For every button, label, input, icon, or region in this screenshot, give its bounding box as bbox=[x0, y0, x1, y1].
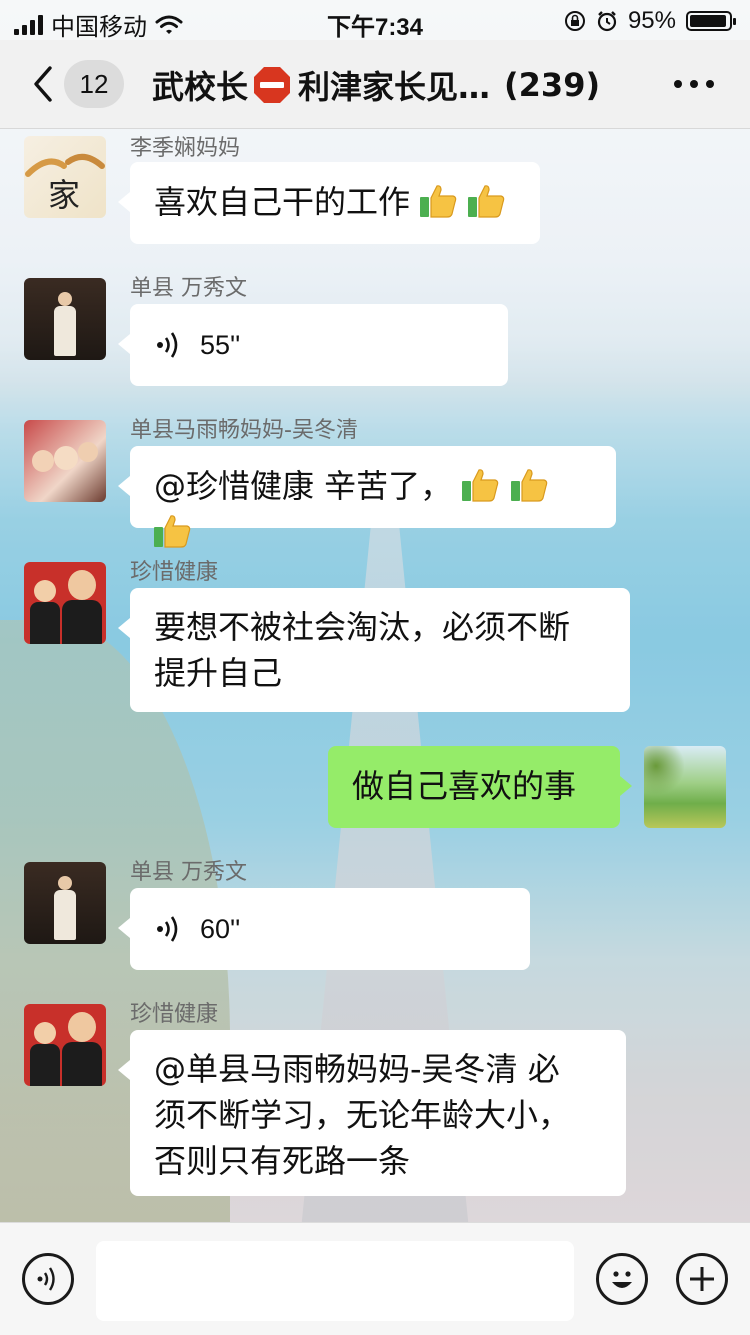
avatar[interactable] bbox=[24, 278, 106, 360]
sender-name: 珍惜健康 bbox=[130, 560, 219, 585]
voice-duration: 55'' bbox=[200, 330, 241, 360]
chat-title: 武校长 利津家长见… (239) bbox=[152, 62, 600, 108]
voice-input-button[interactable] bbox=[22, 1253, 74, 1305]
message-text-line: 要想不被社会淘汰，必须不断 bbox=[154, 608, 571, 646]
chat-header: 12 武校长 利津家长见… (239) bbox=[0, 40, 750, 129]
unread-count-badge[interactable]: 12 bbox=[64, 60, 124, 108]
my-avatar[interactable] bbox=[644, 746, 726, 828]
member-count: (239) bbox=[504, 66, 601, 104]
back-arrow-icon[interactable] bbox=[30, 64, 58, 104]
plus-icon bbox=[690, 1267, 714, 1291]
message-text-line: @单县马雨畅妈妈-吴冬清 必 bbox=[154, 1050, 560, 1088]
status-bar: 中国移动 下午7:34 95% bbox=[0, 0, 750, 41]
avatar[interactable]: 家 bbox=[24, 136, 106, 218]
sender-name: 单县马雨畅妈妈-吴冬清 bbox=[130, 418, 358, 443]
message-text-line: 须不断学习，无论年龄大小， bbox=[154, 1096, 571, 1134]
message-bubble[interactable]: @珍惜健康 辛苦了， bbox=[118, 446, 616, 548]
thumbs-up-emoji-icon bbox=[420, 185, 457, 218]
thumbs-up-emoji-icon bbox=[468, 185, 505, 218]
input-bar bbox=[0, 1222, 750, 1335]
sender-name: 珍惜健康 bbox=[130, 1002, 219, 1027]
emoji-button[interactable] bbox=[596, 1253, 648, 1305]
chat-title-prefix: 武校长 bbox=[152, 68, 249, 106]
my-message-bubble[interactable]: 做自己喜欢的事 bbox=[328, 746, 632, 828]
voice-message-bubble[interactable]: 55'' bbox=[118, 304, 508, 386]
message-bubble[interactable]: @单县马雨畅妈妈-吴冬清 必 须不断学习，无论年龄大小， 否则只有死路一条 bbox=[118, 1030, 626, 1196]
sender-name: 李季娴妈妈 bbox=[130, 136, 241, 161]
avatar[interactable] bbox=[24, 862, 106, 944]
message-bubble[interactable]: 喜欢自己干的工作 bbox=[118, 162, 540, 244]
avatar-character: 家 bbox=[48, 176, 81, 214]
message-text: @珍惜健康 辛苦了， bbox=[154, 467, 453, 505]
battery-percent: 95% bbox=[627, 7, 676, 34]
smiley-icon bbox=[612, 1271, 632, 1288]
message-bubble[interactable]: 要想不被社会淘汰，必须不断 提升自己 bbox=[118, 588, 630, 712]
avatar[interactable] bbox=[24, 420, 106, 502]
thumbs-up-emoji-icon bbox=[154, 515, 191, 548]
message-text-line: 提升自己 bbox=[154, 654, 283, 692]
voice-wave-icon bbox=[157, 916, 178, 942]
stop-sign-icon bbox=[254, 67, 291, 103]
sender-name: 单县 万秀文 bbox=[130, 860, 247, 885]
message-text: 喜欢自己干的工作 bbox=[154, 183, 411, 221]
battery-icon bbox=[686, 11, 736, 31]
voice-icon bbox=[37, 1267, 55, 1291]
message-input[interactable] bbox=[96, 1241, 574, 1321]
more-functions-button[interactable] bbox=[676, 1253, 728, 1305]
message-text-line: 否则只有死路一条 bbox=[154, 1142, 411, 1180]
orientation-lock-icon bbox=[564, 11, 585, 31]
sender-name: 单县 万秀文 bbox=[130, 276, 247, 301]
voice-duration: 60'' bbox=[200, 914, 241, 944]
alarm-icon bbox=[597, 11, 617, 32]
thumbs-up-emoji-icon bbox=[510, 469, 547, 502]
voice-wave-icon bbox=[157, 332, 178, 358]
thumbs-up-emoji-icon bbox=[462, 469, 499, 502]
voice-message-bubble[interactable]: 60'' bbox=[118, 888, 530, 970]
chat-title-suffix: 利津家长见… bbox=[298, 68, 491, 106]
more-options-icon[interactable] bbox=[674, 80, 714, 88]
avatar[interactable] bbox=[24, 1004, 106, 1086]
message-text: 做自己喜欢的事 bbox=[352, 767, 577, 805]
avatar[interactable] bbox=[24, 562, 106, 644]
